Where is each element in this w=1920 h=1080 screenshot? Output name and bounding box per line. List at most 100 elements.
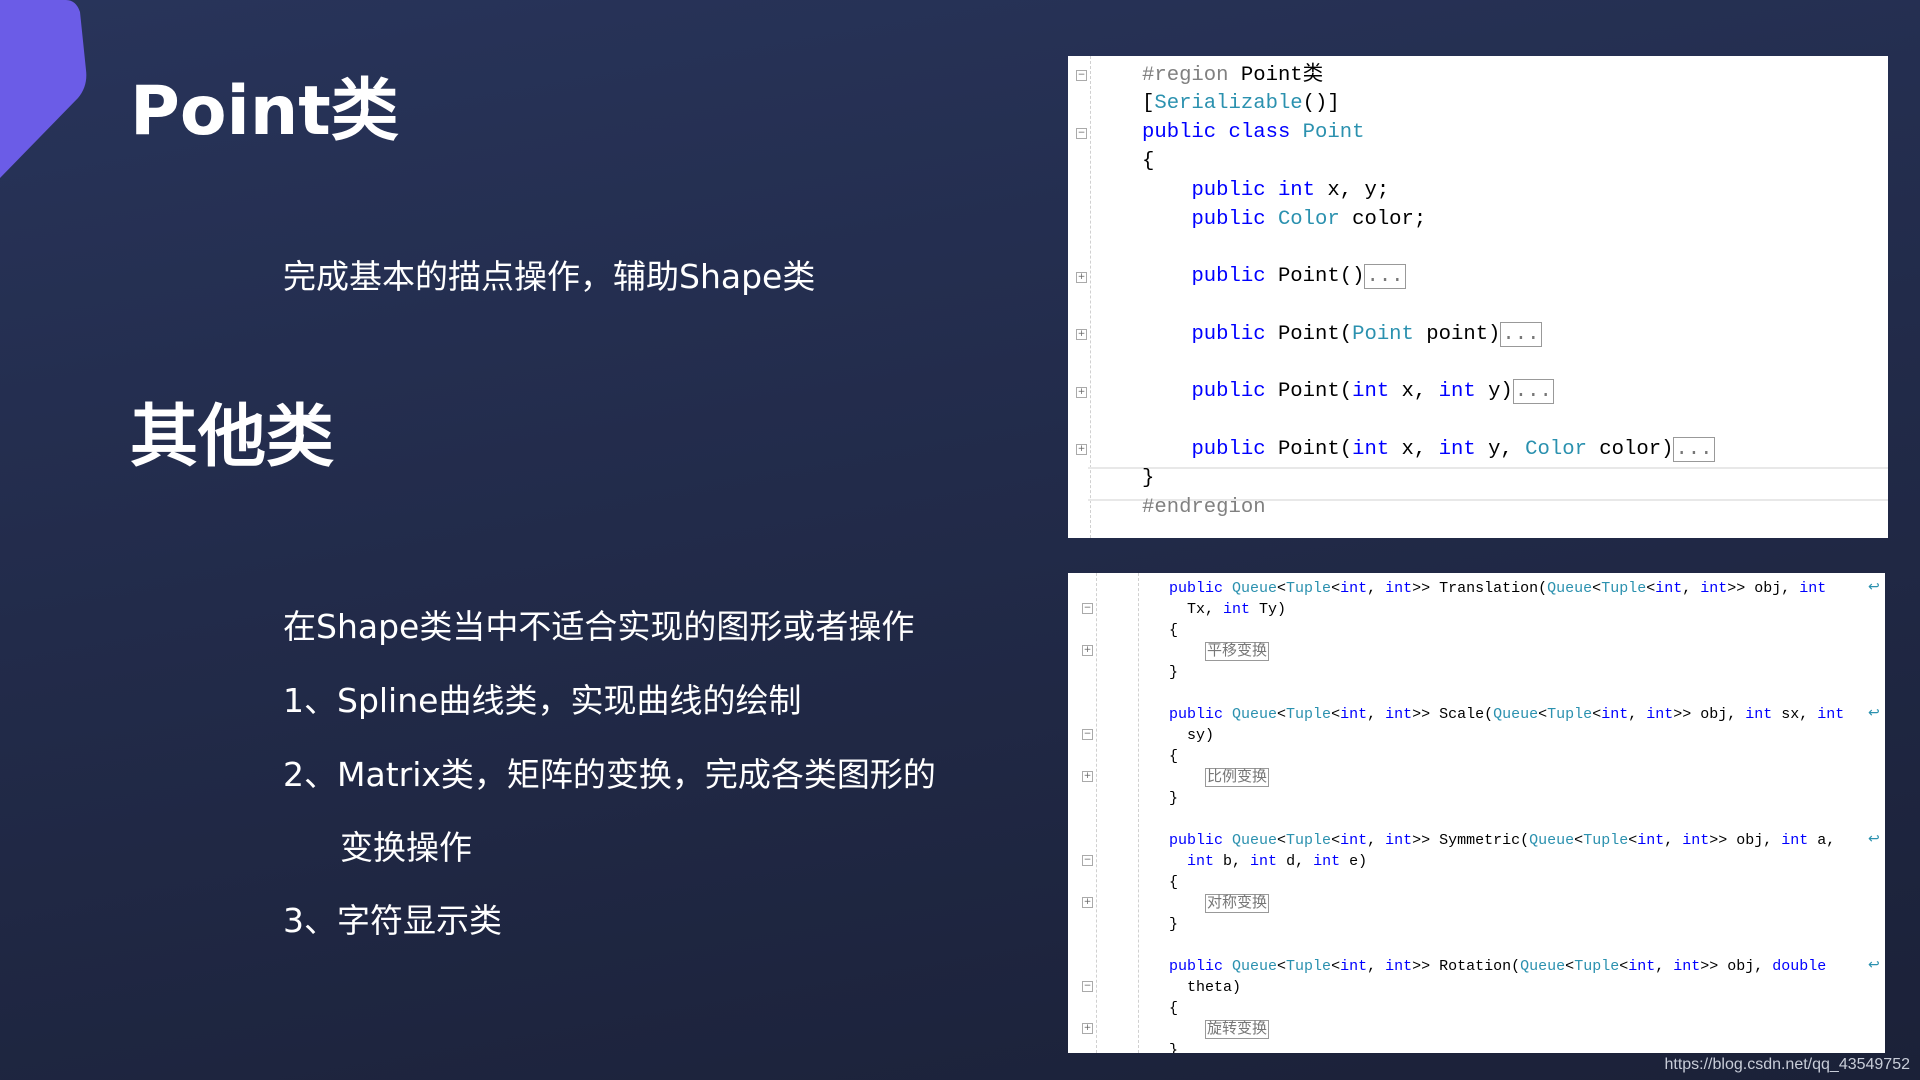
code-token: Queue	[1232, 705, 1278, 723]
code-token: Tuple	[1286, 705, 1332, 723]
code-token: public	[1169, 957, 1233, 975]
collapsed-block[interactable]: 对称变换	[1205, 893, 1270, 913]
code-line: }	[1169, 662, 1178, 683]
code-token: >> Scale(	[1412, 705, 1494, 723]
code-token: public	[1191, 380, 1278, 404]
code-token: int	[1250, 852, 1287, 870]
word-wrap-icon: ↩	[1868, 579, 1880, 595]
code-token: Tuple	[1286, 957, 1332, 975]
code-token: <	[1277, 705, 1287, 723]
code-line: #endregion	[1142, 494, 1266, 523]
expand-icon[interactable]: +	[1082, 1023, 1093, 1034]
expand-icon[interactable]: +	[1076, 386, 1087, 398]
code-token: {	[1169, 999, 1179, 1017]
code-line: sy)	[1169, 725, 1214, 746]
other-description: 在Shape类当中不适合实现的图形或者操作	[283, 607, 915, 646]
list-item-continuation: 变换操作	[340, 828, 472, 867]
code-token: int	[1438, 438, 1489, 461]
code-token: public	[1169, 831, 1233, 849]
code-token: <	[1331, 831, 1341, 849]
code-token: <	[1538, 705, 1548, 723]
code-token: int	[1385, 831, 1413, 849]
code-token: int	[1385, 705, 1413, 723]
code-token: <	[1277, 579, 1287, 597]
collapsed-block[interactable]: ...	[1364, 264, 1406, 290]
collapsed-block[interactable]: ...	[1500, 321, 1542, 347]
code-line: public Queue<Tuple<int, int>> Rotation(Q…	[1169, 956, 1826, 977]
code-token: Point(	[1277, 380, 1353, 404]
code-line: [Serializable()]	[1142, 90, 1340, 119]
collapsed-block[interactable]: 比例变换	[1205, 767, 1270, 787]
expand-icon[interactable]: +	[1076, 271, 1087, 283]
code-token: int	[1223, 600, 1260, 618]
code-token: public	[1191, 207, 1278, 231]
code-line: int b, int d, int e)	[1169, 851, 1367, 872]
collapse-icon[interactable]: −	[1082, 729, 1093, 740]
code-token: ,	[1367, 957, 1386, 975]
code-line: 旋转变换	[1169, 1019, 1270, 1040]
expand-icon[interactable]: +	[1082, 897, 1093, 908]
code-token: int	[1385, 957, 1413, 975]
code-line: {	[1169, 998, 1178, 1019]
code-token: public	[1191, 265, 1278, 289]
expand-icon[interactable]: +	[1076, 329, 1087, 341]
code-token: }	[1169, 915, 1179, 933]
code-token: int	[1340, 831, 1368, 849]
code-token: >> Symmetric(	[1412, 831, 1530, 849]
code-token: Queue	[1529, 831, 1575, 849]
code-token: Tuple	[1583, 831, 1629, 849]
code-screenshot-point-class: #region Point类 [Serializable()] public cla…	[1068, 56, 1888, 538]
code-token: }	[1169, 663, 1179, 681]
code-token: Point(	[1277, 438, 1353, 461]
code-token: >> Translation(	[1412, 579, 1548, 597]
list-item: 2、Matrix类，矩阵的变换，完成各类图形的	[283, 755, 936, 794]
code-token: ,	[1367, 831, 1386, 849]
code-line: }	[1142, 465, 1154, 494]
code-line: public Point(Point point)...	[1142, 321, 1542, 350]
code-token: int	[1682, 831, 1710, 849]
collapse-icon[interactable]: −	[1082, 603, 1093, 614]
code-token: int	[1340, 579, 1368, 597]
code-token: Tuple	[1286, 579, 1332, 597]
code-token: int	[1817, 705, 1845, 723]
collapse-icon[interactable]: −	[1082, 981, 1093, 992]
code-token: Queue	[1232, 579, 1278, 597]
word-wrap-icon: ↩	[1868, 831, 1880, 847]
code-token: point)	[1426, 322, 1501, 346]
code-token: <	[1592, 579, 1602, 597]
collapsed-block[interactable]: ...	[1673, 437, 1715, 462]
code-line: }	[1169, 1040, 1178, 1054]
code-token: int	[1637, 831, 1665, 849]
collapsed-block[interactable]: ...	[1512, 379, 1554, 405]
collapse-icon[interactable]: −	[1076, 70, 1087, 81]
code-token: ,	[1664, 831, 1683, 849]
code-token: <	[1277, 957, 1287, 975]
list-item: 1、Spline曲线类，实现曲线的绘制	[283, 681, 802, 720]
corner-accent-shape	[0, 0, 87, 178]
code-token: >> obj,	[1700, 957, 1773, 975]
code-token: x, y;	[1327, 178, 1390, 202]
code-token: {	[1169, 873, 1179, 891]
code-line: {	[1169, 620, 1178, 641]
code-token: int	[1601, 705, 1629, 723]
code-token: >> obj,	[1709, 831, 1782, 849]
expand-icon[interactable]: +	[1076, 444, 1087, 456]
collapsed-block[interactable]: 平移变换	[1205, 641, 1270, 661]
collapse-icon[interactable]: −	[1082, 855, 1093, 866]
expand-icon[interactable]: +	[1082, 645, 1093, 656]
code-token: Color	[1277, 207, 1353, 231]
expand-icon[interactable]: +	[1082, 771, 1093, 782]
code-token: Queue	[1547, 579, 1593, 597]
code-token: Queue	[1232, 957, 1278, 975]
collapsed-block[interactable]: 旋转变换	[1205, 1019, 1270, 1039]
collapse-icon[interactable]: −	[1076, 127, 1087, 139]
code-screenshot-transform-methods: public Queue<Tuple<int, int>> Translatio…	[1068, 573, 1885, 1053]
